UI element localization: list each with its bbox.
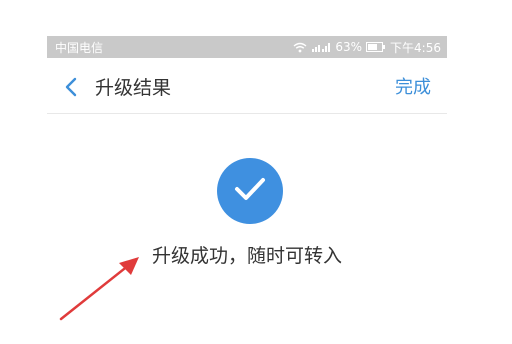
- battery-icon: [366, 42, 386, 52]
- status-bar: 中国电信 63% 下午4:56: [47, 36, 447, 58]
- done-button[interactable]: 完成: [395, 73, 431, 99]
- clock: 下午4:56: [390, 40, 441, 55]
- status-indicators: 63% 下午4:56: [293, 39, 441, 56]
- battery-percent: 63%: [335, 40, 363, 54]
- navigation-bar: 升级结果 完成: [47, 58, 447, 114]
- chevron-left-icon[interactable]: [63, 76, 79, 98]
- annotation-arrow-icon: [59, 257, 139, 321]
- signal-icon: [311, 41, 331, 53]
- carrier-label: 中国电信: [55, 40, 104, 55]
- wifi-icon: [293, 42, 307, 53]
- success-badge: [217, 158, 283, 224]
- check-icon: [233, 176, 267, 206]
- page-title: 升级结果: [95, 77, 172, 99]
